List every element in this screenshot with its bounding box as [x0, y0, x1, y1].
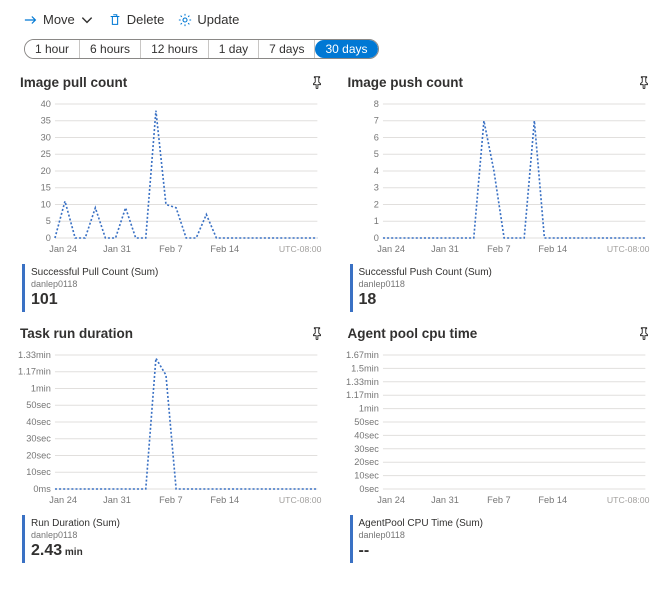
pin-icon[interactable] [637, 75, 651, 89]
svg-text:Feb 14: Feb 14 [210, 495, 239, 505]
charts-grid: Image pull count0510152025303540Jan 24Ja… [16, 71, 651, 563]
svg-text:10sec: 10sec [354, 471, 379, 481]
toolbar: Move Delete Update [16, 8, 651, 35]
update-button[interactable]: Update [178, 12, 239, 27]
svg-text:50sec: 50sec [354, 417, 379, 427]
svg-text:15: 15 [41, 183, 51, 193]
svg-text:40sec: 40sec [354, 430, 379, 440]
svg-text:UTC-08:00: UTC-08:00 [279, 244, 322, 254]
svg-text:Jan 31: Jan 31 [103, 244, 131, 254]
chart-plot[interactable]: 0sec 10sec 20sec 30sec 40sec 50sec 1min 1.17min… [344, 349, 652, 509]
svg-text:Feb 7: Feb 7 [487, 244, 511, 254]
svg-text:0: 0 [373, 233, 378, 243]
svg-text:3: 3 [373, 183, 378, 193]
svg-text:1.17min: 1.17min [346, 390, 379, 400]
move-button[interactable]: Move [24, 12, 94, 27]
move-arrow-icon [24, 13, 38, 27]
svg-text:Feb 7: Feb 7 [487, 495, 511, 505]
svg-text:4: 4 [373, 166, 378, 176]
delete-label: Delete [127, 12, 165, 27]
pin-icon[interactable] [310, 75, 324, 89]
svg-text:1.33min: 1.33min [18, 350, 51, 360]
chart-title: Task run duration [20, 326, 133, 341]
chart-card: Image push count 0 1 2 3 4 5 6 7 8 Jan 24 Jan 31 Feb… [344, 71, 652, 312]
pin-icon[interactable] [637, 326, 651, 340]
pin-icon[interactable] [310, 326, 324, 340]
time-pill[interactable]: 30 days [315, 40, 377, 58]
chart-legend: Successful Pull Count (Sum)danlep0118101 [22, 264, 324, 312]
gear-icon [178, 13, 192, 27]
svg-text:1min: 1min [358, 404, 378, 414]
svg-text:Feb 7: Feb 7 [159, 495, 183, 505]
svg-text:35: 35 [41, 116, 51, 126]
update-label: Update [197, 12, 239, 27]
svg-text:30sec: 30sec [26, 434, 51, 444]
time-pill[interactable]: 7 days [259, 40, 315, 58]
svg-text:2: 2 [373, 200, 378, 210]
chart-card: Task run duration 0ms 10sec 20sec 30sec 40sec… [16, 322, 324, 563]
chart-title: Image push count [348, 75, 464, 90]
chart-card: Agent pool cpu time 0sec 10sec 20sec 30sec 40… [344, 322, 652, 563]
time-pill[interactable]: 1 day [209, 40, 259, 58]
svg-text:10: 10 [41, 200, 51, 210]
svg-text:Jan 24: Jan 24 [377, 244, 405, 254]
svg-text:Feb 14: Feb 14 [538, 495, 567, 505]
svg-text:UTC-08:00: UTC-08:00 [279, 495, 322, 505]
svg-text:30sec: 30sec [354, 444, 379, 454]
svg-text:Jan 24: Jan 24 [49, 244, 77, 254]
svg-text:20: 20 [41, 166, 51, 176]
chart-legend: Run Duration (Sum)danlep01182.43 min [22, 515, 324, 563]
svg-text:0sec: 0sec [359, 484, 379, 494]
svg-text:1.17min: 1.17min [18, 367, 51, 377]
svg-text:Jan 31: Jan 31 [103, 495, 131, 505]
svg-text:8: 8 [373, 99, 378, 109]
svg-text:40sec: 40sec [26, 417, 51, 427]
svg-text:UTC-08:00: UTC-08:00 [606, 495, 649, 505]
svg-text:1.33min: 1.33min [346, 377, 379, 387]
svg-text:Jan 24: Jan 24 [49, 495, 77, 505]
time-pill[interactable]: 6 hours [80, 40, 141, 58]
svg-text:1: 1 [373, 216, 378, 226]
svg-text:6: 6 [373, 133, 378, 143]
svg-text:7: 7 [373, 116, 378, 126]
svg-text:40: 40 [41, 99, 51, 109]
svg-text:20sec: 20sec [354, 457, 379, 467]
time-pill[interactable]: 12 hours [141, 40, 209, 58]
chart-title: Image pull count [20, 75, 127, 90]
svg-text:5: 5 [373, 149, 378, 159]
time-pill[interactable]: 1 hour [25, 40, 80, 58]
svg-text:Feb 7: Feb 7 [159, 244, 183, 254]
svg-text:5: 5 [46, 216, 51, 226]
svg-text:UTC-08:00: UTC-08:00 [606, 244, 649, 254]
svg-text:0: 0 [46, 233, 51, 243]
svg-text:Jan 31: Jan 31 [431, 495, 459, 505]
chart-card: Image pull count 0 5 10 15 20 25 30 35 40 Jan 24 Ja… [16, 71, 324, 312]
svg-text:Jan 24: Jan 24 [377, 495, 405, 505]
svg-text:25: 25 [41, 149, 51, 159]
svg-text:1.67min: 1.67min [346, 350, 379, 360]
svg-text:Feb 14: Feb 14 [210, 244, 239, 254]
chart-plot[interactable]: 0ms 10sec 20sec 30sec 40sec 50sec 1min 1.17min 1… [16, 349, 324, 509]
trash-icon [108, 13, 122, 27]
move-label: Move [43, 12, 75, 27]
svg-text:1min: 1min [31, 384, 51, 394]
svg-text:0ms: 0ms [33, 484, 51, 494]
chevron-down-icon [80, 13, 94, 27]
time-range-selector: 1 hour6 hours12 hours1 day7 days30 days [24, 39, 379, 59]
svg-text:10sec: 10sec [26, 467, 51, 477]
svg-text:Feb 14: Feb 14 [538, 244, 567, 254]
svg-text:30: 30 [41, 133, 51, 143]
chart-plot[interactable]: 0 1 2 3 4 5 6 7 8 Jan 24 Jan 31 Feb 7 Feb 14 UTC-08:0… [344, 98, 652, 258]
delete-button[interactable]: Delete [108, 12, 165, 27]
svg-text:Jan 31: Jan 31 [431, 244, 459, 254]
svg-text:50sec: 50sec [26, 400, 51, 410]
chart-legend: AgentPool CPU Time (Sum)danlep0118-- [350, 515, 652, 563]
chart-legend: Successful Push Count (Sum)danlep011818 [350, 264, 652, 312]
chart-title: Agent pool cpu time [348, 326, 478, 341]
svg-text:1.5min: 1.5min [351, 363, 379, 373]
chart-plot[interactable]: 0 5 10 15 20 25 30 35 40 Jan 24 Jan 31 Feb 7 Feb 14 U… [16, 98, 324, 258]
svg-text:20sec: 20sec [26, 451, 51, 461]
